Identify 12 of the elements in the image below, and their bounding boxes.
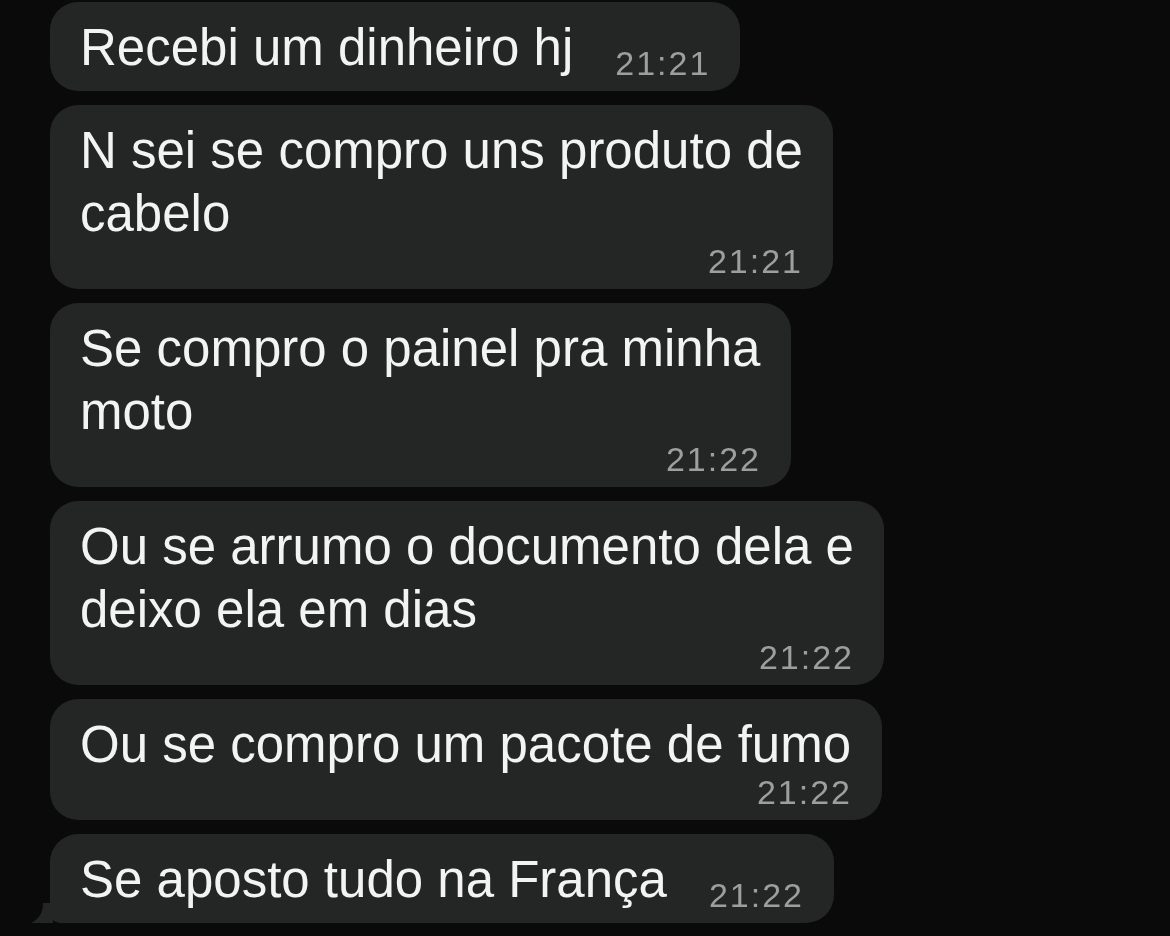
message-time: 21:22: [708, 879, 804, 911]
message-text: Se compro o painel pra minha moto: [80, 319, 761, 442]
message-text: N sei se compro uns produto de cabelo: [80, 121, 803, 244]
message-time: 21:21: [707, 245, 803, 277]
message-text: Se aposto tudo na França: [80, 850, 667, 910]
message-time: 21:22: [665, 443, 761, 475]
message-text: Ou se arrumo o documento dela e deixo ela em dias: [80, 517, 854, 640]
message-time: 21:22: [756, 776, 852, 808]
message-time: 21:21: [615, 47, 711, 79]
message-text: Recebi um dinheiro hj: [80, 18, 574, 78]
message-time: 21:22: [758, 641, 854, 673]
message-text: Ou se compro um pacote de fumo: [80, 715, 852, 775]
